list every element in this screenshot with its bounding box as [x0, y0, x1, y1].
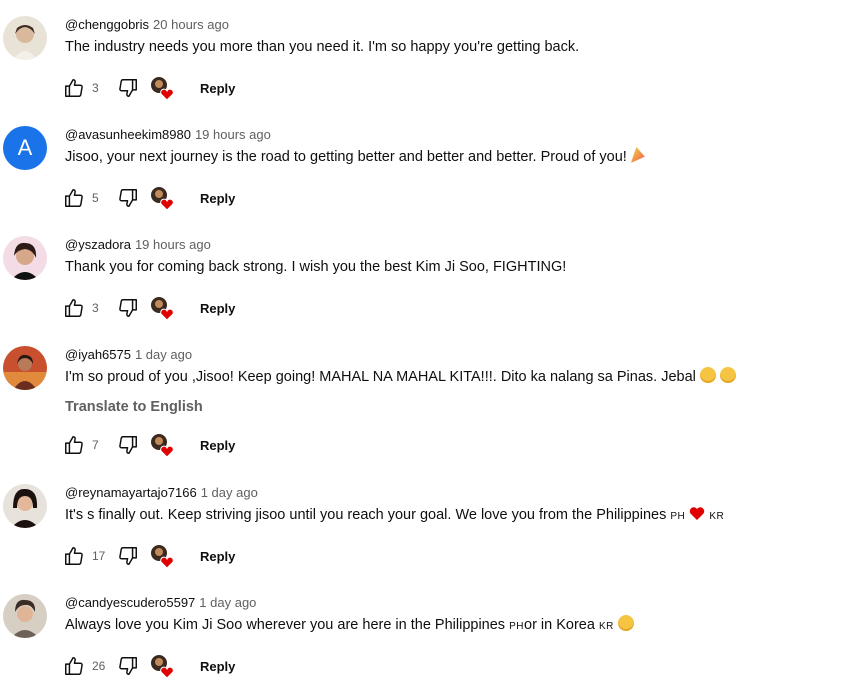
comment-header: @iyah6575 1 day ago	[65, 347, 192, 362]
avatar[interactable]	[3, 16, 47, 60]
creator-heart-icon	[150, 186, 174, 211]
comment-header: @reynamayartajo7166 1 day ago	[65, 485, 258, 500]
comment-text: Always love you Kim Ji Soo wherever you …	[65, 615, 634, 637]
comment-text-body: I'm so proud of you ,Jisoo! Keep going! …	[65, 369, 700, 385]
thumbs-up-icon[interactable]	[62, 433, 86, 457]
thumbs-up-icon[interactable]	[62, 186, 86, 210]
thumbs-up-icon[interactable]	[62, 654, 86, 678]
creator-heart-icon	[150, 654, 174, 679]
comment-text: I'm so proud of you ,Jisoo! Keep going! …	[65, 367, 736, 387]
reply-button[interactable]: Reply	[200, 81, 235, 96]
comment-text: Jisoo, your next journey is the road to …	[65, 147, 645, 167]
thumbs-down-icon[interactable]	[116, 186, 140, 210]
smiling-face-emoji	[617, 615, 634, 631]
reply-button[interactable]: Reply	[200, 438, 235, 453]
comment-actions: 7 Reply	[62, 433, 235, 458]
comment-time[interactable]: 20 hours ago	[153, 17, 229, 32]
comment-text: It's s finally out. Keep striving jisoo …	[65, 505, 724, 527]
avatar[interactable]: A	[3, 126, 47, 170]
comment-actions: 26 Reply	[62, 654, 235, 679]
like-count: 3	[92, 301, 99, 315]
creator-heart-icon	[150, 433, 174, 458]
like-count: 5	[92, 191, 99, 205]
translate-link[interactable]: Translate to English	[65, 399, 203, 415]
reply-button[interactable]: Reply	[200, 301, 235, 316]
comment-author[interactable]: @reynamayartajo7166	[65, 485, 197, 500]
reply-button[interactable]: Reply	[200, 191, 235, 206]
comment-header: @candyescudero5597 1 day ago	[65, 595, 256, 610]
flag-kr: KR	[598, 621, 614, 632]
avatar[interactable]	[3, 346, 47, 390]
thumbs-up-icon[interactable]	[62, 296, 86, 320]
pleading-face-emoji	[719, 367, 736, 383]
comment-author[interactable]: @avasunheekim8980	[65, 127, 191, 142]
comment-author[interactable]: @candyescudero5597	[65, 595, 195, 610]
comment-time[interactable]: 1 day ago	[199, 595, 256, 610]
avatar[interactable]	[3, 484, 47, 528]
thumbs-down-icon[interactable]	[116, 296, 140, 320]
thumbs-down-icon[interactable]	[116, 433, 140, 457]
comment-header: @yszadora 19 hours ago	[65, 237, 211, 252]
comment-author[interactable]: @iyah6575	[65, 347, 131, 362]
comment-actions: 5 Reply	[62, 186, 235, 211]
comment-text-body: or in Korea	[524, 617, 599, 633]
thumbs-down-icon[interactable]	[116, 654, 140, 678]
comment-header: @avasunheekim8980 19 hours ago	[65, 127, 271, 142]
like-count: 17	[92, 549, 106, 563]
like-count: 7	[92, 438, 99, 452]
red-heart-emoji	[689, 506, 705, 527]
comment-text: Thank you for coming back strong. I wish…	[65, 259, 567, 275]
thumbs-up-icon[interactable]	[62, 544, 86, 568]
avatar-letter: A	[17, 135, 33, 160]
thumbs-down-icon[interactable]	[116, 544, 140, 568]
comment-actions: 17 Reply	[62, 544, 235, 569]
comment-author[interactable]: @yszadora	[65, 237, 131, 252]
creator-heart-icon	[150, 296, 174, 321]
comment-text-body: Jisoo, your next journey is the road to …	[65, 149, 631, 165]
avatar[interactable]	[3, 236, 47, 280]
like-count: 3	[92, 81, 99, 95]
comment-text: The industry needs you more than you nee…	[65, 39, 580, 55]
comment-time[interactable]: 19 hours ago	[135, 237, 211, 252]
comment-author[interactable]: @chenggobris	[65, 17, 149, 32]
reply-button[interactable]: Reply	[200, 549, 235, 564]
thumbs-down-icon[interactable]	[116, 76, 140, 100]
comment-time[interactable]: 19 hours ago	[195, 127, 271, 142]
thumbs-up-icon[interactable]	[62, 76, 86, 100]
pleading-face-emoji	[699, 367, 716, 383]
flag-kr: KR	[709, 511, 725, 522]
comment-header: @chenggobris 20 hours ago	[65, 17, 229, 32]
comment-text-body: It's s finally out. Keep striving jisoo …	[65, 507, 671, 523]
creator-heart-icon	[150, 544, 174, 569]
comment-time[interactable]: 1 day ago	[135, 347, 192, 362]
comment-actions: 3 Reply	[62, 296, 235, 321]
flag-ph: PH	[509, 621, 524, 632]
creator-heart-icon	[150, 76, 174, 101]
comment-time[interactable]: 1 day ago	[201, 485, 258, 500]
like-count: 26	[92, 659, 106, 673]
avatar[interactable]	[3, 594, 47, 638]
comment-text-body: Always love you Kim Ji Soo wherever you …	[65, 617, 510, 633]
reply-button[interactable]: Reply	[200, 659, 235, 674]
flag-ph: PH	[670, 511, 686, 522]
comment-actions: 3 Reply	[62, 76, 235, 101]
party-popper-emoji	[630, 147, 645, 163]
